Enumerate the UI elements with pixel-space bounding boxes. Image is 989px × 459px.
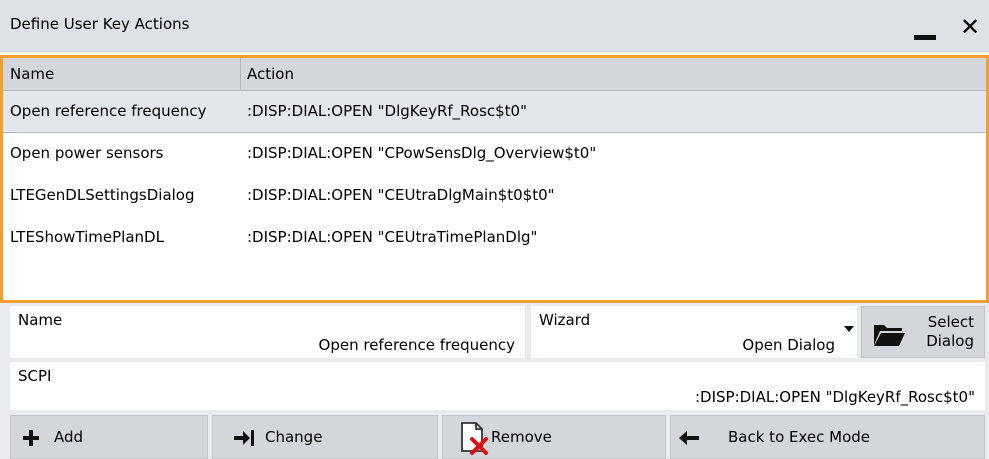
column-divider[interactable] [240, 58, 241, 91]
table-header: Name Action [3, 58, 986, 91]
row-name-cell: Open reference frequency [10, 102, 207, 120]
row-name-cell: LTEGenDLSettingsDialog [10, 186, 195, 204]
select-dialog-label: Select Dialog [926, 313, 974, 350]
arrow-to-bar-icon [234, 430, 254, 446]
column-header-name[interactable]: Name [10, 65, 54, 83]
arrow-left-icon [679, 431, 699, 445]
row-action-cell: :DISP:DIAL:OPEN "CPowSensDlg_Overview$t0… [247, 144, 597, 162]
select-dialog-button[interactable]: Select Dialog [861, 306, 985, 358]
wizard-label: Wizard [539, 311, 591, 329]
table-row[interactable]: LTEShowTimePlanDL :DISP:DIAL:OPEN "CEUtr… [3, 217, 986, 259]
change-button[interactable]: Change [212, 415, 438, 459]
name-field[interactable]: Name Open reference frequency [10, 306, 525, 358]
close-icon[interactable]: ✕ [957, 14, 983, 40]
remove-button-label: Remove [491, 428, 552, 446]
scpi-label: SCPI [18, 367, 52, 385]
column-header-action[interactable]: Action [247, 65, 294, 83]
scpi-value[interactable]: :DISP:DIAL:OPEN "DlgKeyRf_Rosc$t0" [695, 388, 975, 406]
back-to-exec-mode-button[interactable]: Back to Exec Mode [670, 415, 985, 459]
define-user-key-actions-dialog: Define User Key Actions ✕ Name Action Op… [0, 0, 989, 459]
table-row[interactable]: LTEGenDLSettingsDialog :DISP:DIAL:OPEN "… [3, 175, 986, 217]
row-action-cell: :DISP:DIAL:OPEN "CEUtraDlgMain$t0$t0" [247, 186, 555, 204]
wizard-dropdown[interactable]: Wizard Open Dialog [531, 306, 857, 358]
row-action-cell: :DISP:DIAL:OPEN "CEUtraTimePlanDlg" [247, 228, 538, 246]
name-value[interactable]: Open reference frequency [319, 336, 515, 354]
remove-button[interactable]: Remove [442, 415, 666, 459]
dialog-title: Define User Key Actions [10, 15, 190, 33]
row-name-cell: LTEShowTimePlanDL [10, 228, 164, 246]
folder-icon [874, 325, 905, 346]
button-bar: Add Change Remove Back to Exec Mode [0, 413, 989, 459]
table-row[interactable]: Open power sensors :DISP:DIAL:OPEN "CPow… [3, 133, 986, 175]
minimize-icon[interactable] [910, 14, 940, 44]
plus-icon [23, 430, 39, 446]
edit-panel: Name Open reference frequency Wizard Ope… [0, 303, 989, 413]
scpi-field[interactable]: SCPI :DISP:DIAL:OPEN "DlgKeyRf_Rosc$t0" [10, 362, 985, 410]
wizard-value[interactable]: Open Dialog [742, 336, 835, 354]
dropdown-arrow-icon[interactable] [844, 326, 854, 332]
add-button-label: Add [54, 428, 84, 446]
user-key-actions-table: Name Action Open reference frequency :DI… [0, 55, 989, 303]
title-bar: Define User Key Actions ✕ [0, 0, 989, 52]
table-row[interactable]: Open reference frequency :DISP:DIAL:OPEN… [3, 91, 986, 133]
back-button-label: Back to Exec Mode [728, 428, 871, 446]
name-label: Name [18, 311, 63, 329]
table-body: Open reference frequency :DISP:DIAL:OPEN… [3, 91, 986, 259]
change-button-label: Change [265, 428, 323, 446]
row-name-cell: Open power sensors [10, 144, 164, 162]
add-button[interactable]: Add [10, 415, 208, 459]
row-action-cell: :DISP:DIAL:OPEN "DlgKeyRf_Rosc$t0" [247, 102, 528, 120]
document-x-icon [461, 422, 488, 455]
